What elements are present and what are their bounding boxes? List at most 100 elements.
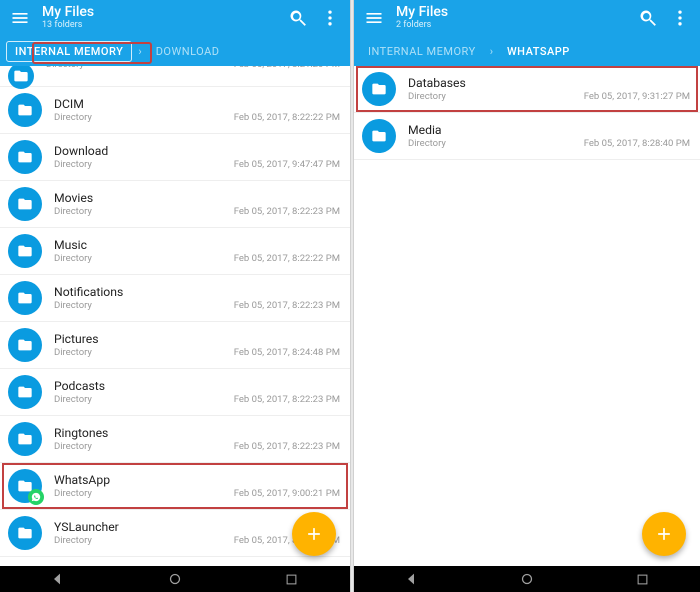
- list-item[interactable]: MoviesDirectoryFeb 05, 2017, 8:22:23 PM: [0, 181, 350, 228]
- breadcrumb-item[interactable]: INTERNAL MEMORY: [6, 41, 132, 62]
- list-item-meta: DCIMDirectory Feb 05, 2017, 8:22:22 PM: [54, 97, 340, 123]
- add-button[interactable]: [642, 512, 686, 556]
- item-type: Directory: [408, 91, 446, 102]
- folder-icon: [8, 140, 42, 174]
- folder-icon: [8, 234, 42, 268]
- list-item-meta: MediaDirectory Feb 05, 2017, 8:28:40 PM: [408, 123, 690, 149]
- item-type: Directory: [46, 66, 84, 70]
- item-type: Directory: [54, 206, 92, 217]
- breadcrumb: INTERNAL MEMORY › DOWNLOAD: [0, 36, 350, 66]
- folder-list[interactable]: DatabasesDirectoryFeb 05, 2017, 9:31:27 …: [354, 66, 700, 566]
- list-item-meta: Directory Feb 05, 2017, 8:21:20 PM: [46, 66, 340, 70]
- back-icon[interactable]: [49, 570, 67, 588]
- item-name: Pictures: [54, 332, 340, 346]
- folder-icon: [8, 187, 42, 221]
- item-name: Movies: [54, 191, 340, 205]
- item-name: Music: [54, 238, 340, 252]
- item-date: Feb 05, 2017, 9:00:21 PM: [234, 488, 340, 499]
- item-name: DCIM: [54, 97, 340, 111]
- appbar: My Files 13 folders: [0, 0, 350, 36]
- breadcrumb-item[interactable]: WHATSAPP: [499, 42, 578, 61]
- recents-icon[interactable]: [633, 570, 651, 588]
- overflow-icon[interactable]: [320, 8, 340, 28]
- home-icon[interactable]: [166, 570, 184, 588]
- item-type: Directory: [54, 535, 92, 546]
- back-icon[interactable]: [403, 570, 421, 588]
- appbar-title-block: My Files 2 folders: [396, 5, 448, 30]
- item-name: WhatsApp: [54, 473, 340, 487]
- item-date: Feb 05, 2017, 8:22:22 PM: [234, 253, 340, 264]
- item-name: Notifications: [54, 285, 340, 299]
- item-name: Download: [54, 144, 340, 158]
- item-date: Feb 05, 2017, 8:28:40 PM: [584, 138, 690, 149]
- breadcrumb: INTERNAL MEMORY › WHATSAPP: [354, 36, 700, 66]
- breadcrumb-item[interactable]: INTERNAL MEMORY: [360, 42, 484, 61]
- menu-icon[interactable]: [364, 8, 384, 28]
- folder-icon: [362, 119, 396, 153]
- item-date: Feb 05, 2017, 8:22:23 PM: [234, 441, 340, 452]
- list-item-meta: PodcastsDirectory Feb 05, 2017, 8:22:23 P…: [54, 379, 340, 405]
- list-item[interactable]: MusicDirectory Feb 05, 2017, 8:22:22 PM: [0, 228, 350, 275]
- folder-icon: [8, 93, 42, 127]
- list-item-meta: WhatsAppDirectory Feb 05, 2017, 9:00:21 P…: [54, 473, 340, 499]
- list-item[interactable]: DatabasesDirectory Feb 05, 2017, 9:31:27 …: [354, 66, 700, 113]
- item-name: Ringtones: [54, 426, 340, 440]
- recents-icon[interactable]: [283, 570, 301, 588]
- search-icon[interactable]: [638, 8, 658, 28]
- search-icon[interactable]: [288, 8, 308, 28]
- appbar-title-block: My Files 13 folders: [42, 5, 94, 30]
- list-item-meta: MoviesDirectoryFeb 05, 2017, 8:22:23 PM: [54, 191, 340, 217]
- item-name: Databases: [408, 76, 690, 90]
- home-icon[interactable]: [518, 570, 536, 588]
- item-type: Directory: [54, 441, 92, 452]
- folder-icon: [362, 72, 396, 106]
- item-name: Media: [408, 123, 690, 137]
- add-button[interactable]: [292, 512, 336, 556]
- list-item[interactable]: PodcastsDirectory Feb 05, 2017, 8:22:23 P…: [0, 369, 350, 416]
- chevron-right-icon: ›: [490, 45, 493, 58]
- item-type: Directory: [54, 300, 92, 311]
- list-item[interactable]: DownloadDirectoryFeb 05, 2017, 9:47:47 P…: [0, 134, 350, 181]
- list-item[interactable]: PicturesDirectory Feb 05, 2017, 8:24:48 P…: [0, 322, 350, 369]
- list-item[interactable]: WhatsAppDirectory Feb 05, 2017, 9:00:21 P…: [0, 463, 350, 510]
- item-date: Feb 05, 2017, 9:31:27 PM: [584, 91, 690, 102]
- appbar-subtitle: 2 folders: [396, 21, 448, 31]
- item-type: Directory: [408, 138, 446, 149]
- overflow-icon[interactable]: [670, 8, 690, 28]
- item-date: Feb 05, 2017, 8:22:23 PM: [234, 394, 340, 405]
- folder-list[interactable]: DirectoryFeb 05, 2017, 8:21:20 PMDCIMDir…: [0, 66, 350, 566]
- list-item[interactable]: NotificationsDirectory Feb 05, 2017, 8:22…: [0, 275, 350, 322]
- chevron-right-icon: ›: [138, 45, 141, 58]
- item-type: Directory: [54, 394, 92, 405]
- whatsapp-icon: [28, 489, 44, 505]
- android-navbar: [354, 566, 700, 592]
- screen-left: My Files 13 folders INTERNAL MEMORY › DOWN…: [0, 0, 350, 592]
- list-item-meta: DownloadDirectoryFeb 05, 2017, 9:47:47 P…: [54, 144, 340, 170]
- item-name: Podcasts: [54, 379, 340, 393]
- menu-icon[interactable]: [10, 8, 30, 28]
- item-type: Directory: [54, 112, 92, 123]
- item-date: Feb 05, 2017, 8:21:20 PM: [234, 66, 340, 70]
- folder-icon: [8, 66, 34, 89]
- list-item-meta: RingtonesDirectory Feb 05, 2017, 8:22:23 …: [54, 426, 340, 452]
- breadcrumb-item[interactable]: DOWNLOAD: [148, 42, 228, 61]
- list-item[interactable]: RingtonesDirectory Feb 05, 2017, 8:22:23 …: [0, 416, 350, 463]
- appbar-title: My Files: [396, 5, 448, 20]
- list-item[interactable]: Directory Feb 05, 2017, 8:21:20 PM: [0, 66, 350, 87]
- folder-icon: [8, 328, 42, 362]
- item-date: Feb 05, 2017, 8:24:48 PM: [234, 347, 340, 358]
- screen-right: My Files 2 folders INTERNAL MEMORY › WHATS…: [354, 0, 700, 592]
- list-item[interactable]: MediaDirectory Feb 05, 2017, 8:28:40 PM: [354, 113, 700, 160]
- item-type: Directory: [54, 253, 92, 264]
- item-date: Feb 05, 2017, 8:22:22 PM: [234, 112, 340, 123]
- appbar-subtitle: 13 folders: [42, 21, 94, 31]
- list-item[interactable]: DCIMDirectory Feb 05, 2017, 8:22:22 PM: [0, 87, 350, 134]
- item-type: Directory: [54, 159, 92, 170]
- list-item-meta: MusicDirectory Feb 05, 2017, 8:22:22 PM: [54, 238, 340, 264]
- item-date: Feb 05, 2017, 8:22:23 PM: [234, 300, 340, 311]
- item-type: Directory: [54, 347, 92, 358]
- item-type: Directory: [54, 488, 92, 499]
- folder-icon: [8, 516, 42, 550]
- android-navbar: [0, 566, 350, 592]
- list-item-meta: PicturesDirectory Feb 05, 2017, 8:24:48 P…: [54, 332, 340, 358]
